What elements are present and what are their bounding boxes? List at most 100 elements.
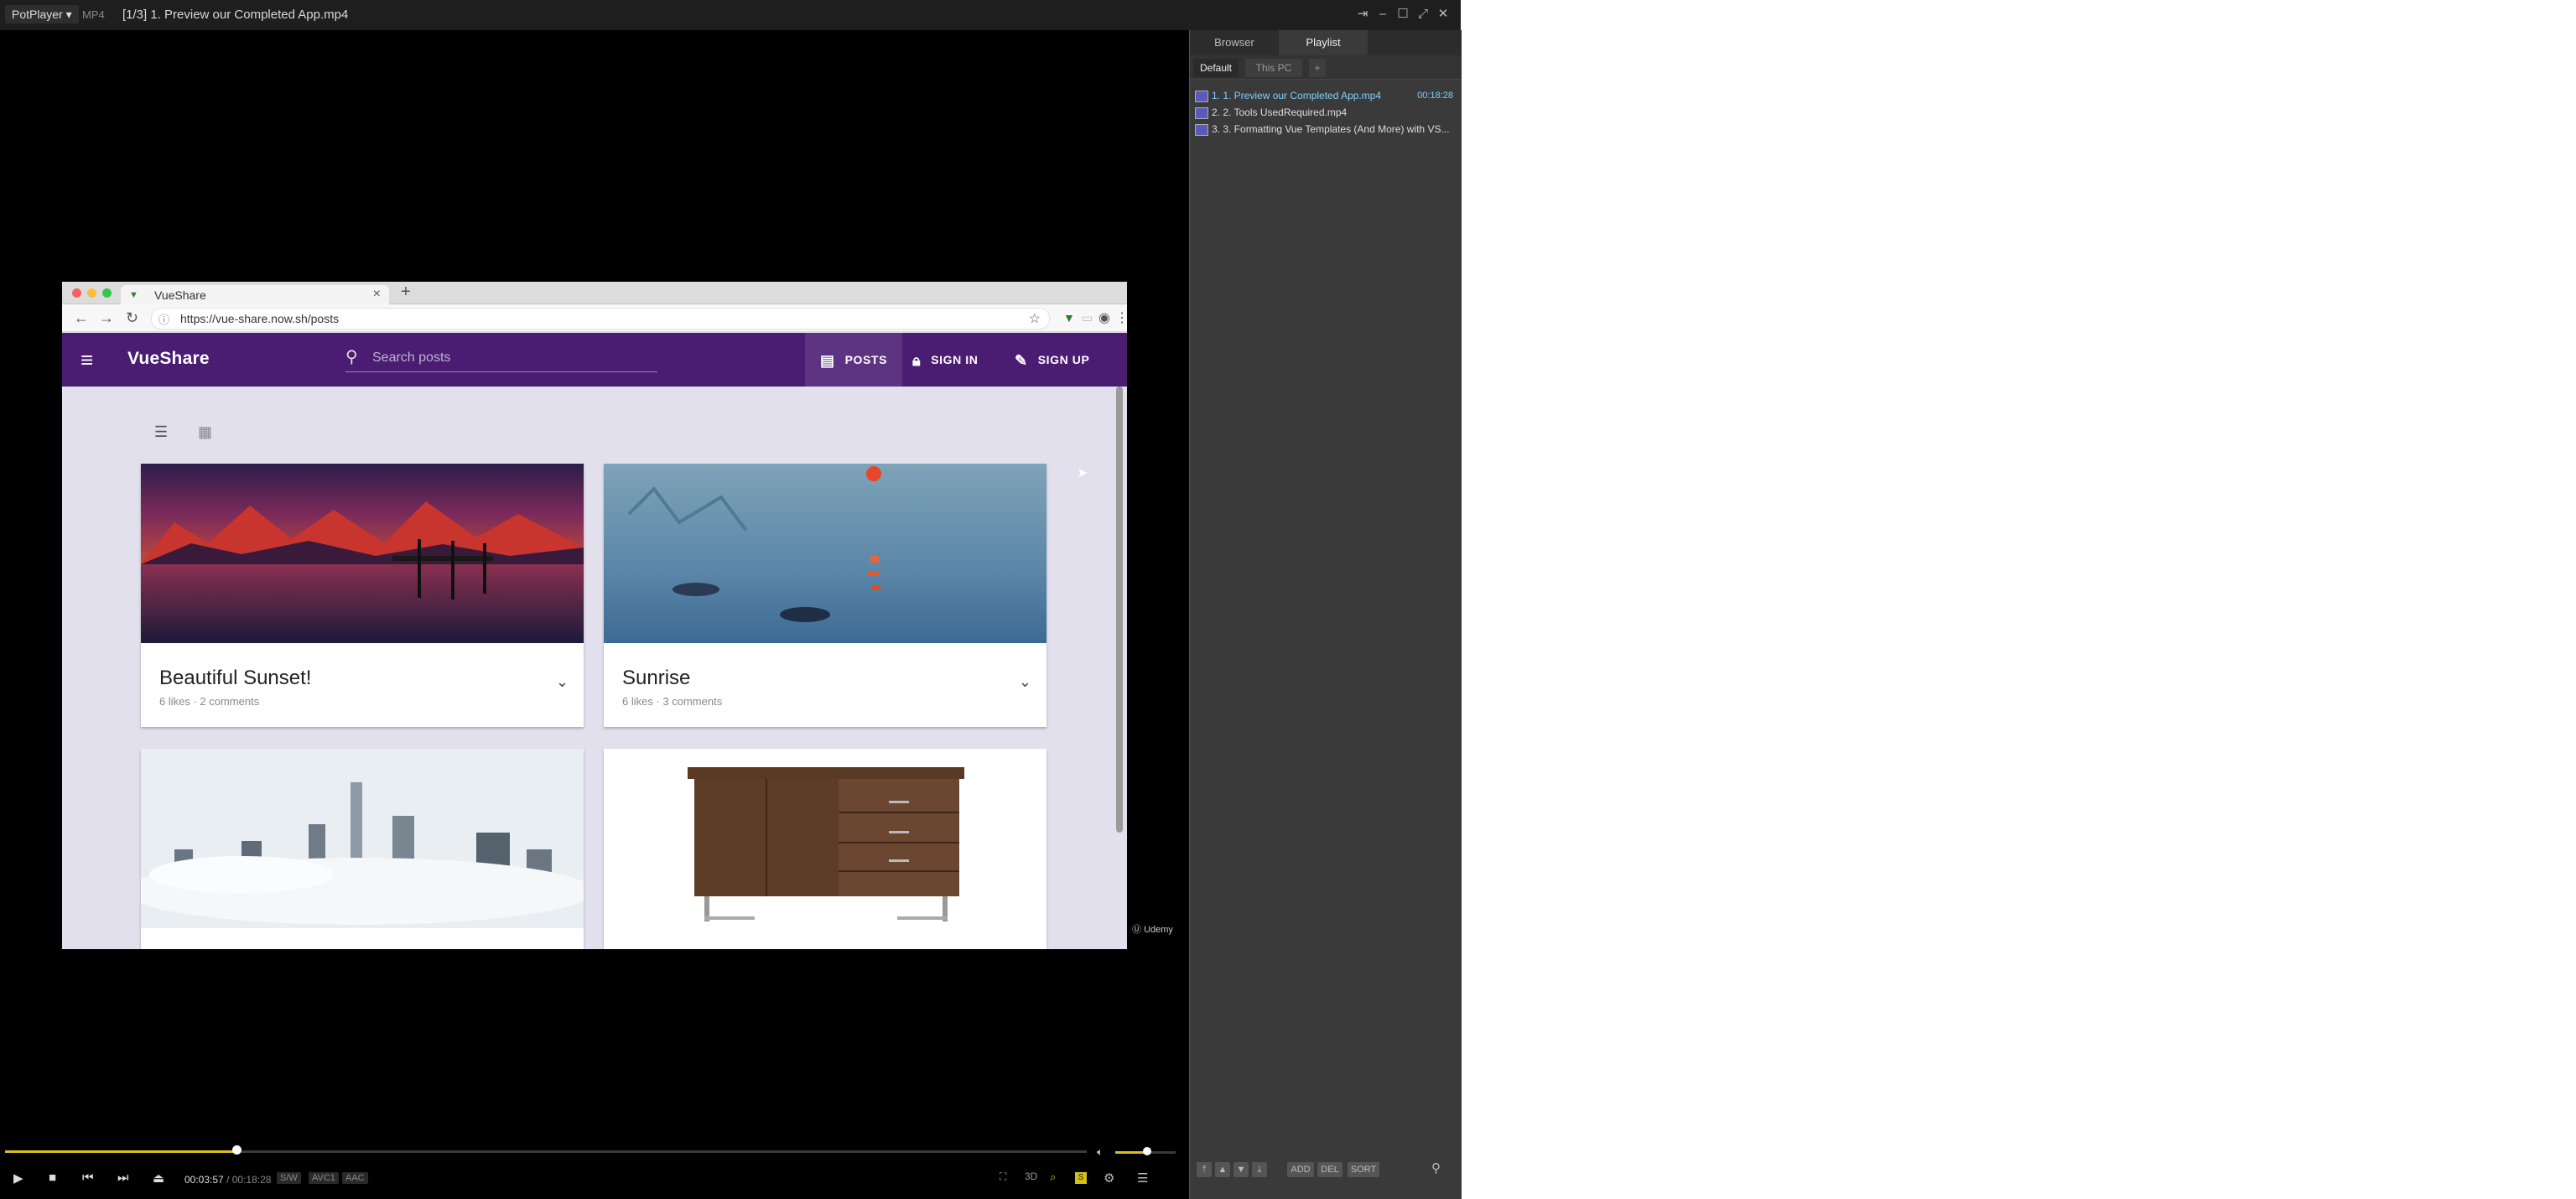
- post-title: Beautiful Sunset!: [159, 667, 312, 689]
- playlist-subtabs: Default This PC +: [1190, 55, 1462, 80]
- video-file-icon: [1195, 106, 1208, 119]
- playlist-item-label: 3. 3. Formatting Vue Templates (And More…: [1212, 123, 1450, 135]
- brand-title: VueShare: [127, 349, 210, 368]
- close-icon[interactable]: ✕: [1434, 6, 1452, 23]
- move-down-icon[interactable]: ▼: [1233, 1162, 1249, 1177]
- url-text: https://vue-share.now.sh/posts: [180, 312, 340, 325]
- video-codec-badge[interactable]: AVC1: [309, 1172, 339, 1184]
- list-view-icon: ☰: [154, 423, 169, 440]
- new-tab-icon: +: [401, 283, 411, 301]
- close-dot-icon: [72, 288, 81, 298]
- playlist-toggle-icon[interactable]: ☰: [1137, 1170, 1148, 1186]
- tab-playlist[interactable]: Playlist: [1279, 30, 1368, 55]
- stop-icon[interactable]: ■: [49, 1170, 56, 1185]
- posts-label: POSTS: [844, 353, 888, 366]
- move-top-icon[interactable]: ⤒: [1197, 1162, 1212, 1177]
- post-meta: 6 likes · 2 comments: [159, 695, 260, 708]
- seek-handle[interactable]: [232, 1145, 242, 1155]
- bookmark-star-icon: ☆: [1028, 312, 1041, 326]
- previous-icon[interactable]: ⏮: [82, 1170, 94, 1185]
- post-image-sunrise: [604, 464, 1046, 643]
- info-icon: ⓘ: [158, 314, 170, 326]
- post-image-sideboard: [604, 749, 1046, 928]
- speaker-icon[interactable]: 🔈︎: [1097, 1145, 1104, 1159]
- 3d-icon[interactable]: 3D: [1025, 1170, 1037, 1182]
- forward-icon: →: [99, 309, 114, 326]
- kebab-menu-icon: ⋮: [1115, 311, 1127, 325]
- move-bottom-icon[interactable]: ⤓: [1252, 1162, 1267, 1177]
- search-icon: ⚲: [345, 348, 358, 366]
- capture-icon[interactable]: ⌕: [1050, 1170, 1056, 1184]
- tab-close-icon: ×: [372, 287, 381, 301]
- subtab-default[interactable]: Default: [1193, 59, 1239, 77]
- mouse-cursor-icon: ➤: [1077, 466, 1088, 480]
- time-separator: /: [226, 1174, 230, 1186]
- tab-browser[interactable]: Browser: [1190, 30, 1279, 55]
- title-bar: PotPlayer ▾ MP4 [1/3] 1. Preview our Com…: [0, 0, 1461, 31]
- browser-tab-strip: ▼ VueShare × +: [62, 282, 1127, 304]
- back-icon: ←: [74, 309, 89, 326]
- app-name: PotPlayer: [12, 8, 63, 21]
- decoder-badge[interactable]: S/W: [277, 1172, 301, 1184]
- subtitle-icon[interactable]: S: [1075, 1172, 1087, 1184]
- vue-devtools-icon: ▼: [1063, 311, 1075, 324]
- search-input: [371, 348, 651, 368]
- browser-address-bar: ← → ↻ ⓘ https://vue-share.now.sh/posts ☆…: [62, 304, 1127, 332]
- seek-progress: [5, 1150, 236, 1153]
- sign-up-label: SIGN UP: [1037, 353, 1090, 366]
- search-field: ⚲: [345, 346, 657, 372]
- pencil-icon: ✎: [1015, 352, 1028, 370]
- playlist-item[interactable]: 2. 2. Tools UsedRequired.mp4: [1195, 104, 1457, 121]
- eject-icon[interactable]: ⏏: [153, 1170, 164, 1186]
- video-file-icon: [1195, 123, 1208, 136]
- video-file-icon: [1195, 90, 1208, 102]
- browser-tab-title: VueShare: [154, 288, 206, 302]
- subtab-this-pc[interactable]: This PC: [1245, 59, 1302, 77]
- minimize-icon[interactable]: –: [1374, 6, 1392, 23]
- fullscreen-icon[interactable]: ⤢: [1414, 6, 1432, 23]
- duration: 00:18:28: [231, 1174, 272, 1186]
- audio-codec-badge[interactable]: AAC: [342, 1172, 368, 1184]
- chevron-down-icon: ⌄: [1018, 673, 1031, 690]
- app-menu-button[interactable]: PotPlayer ▾: [5, 5, 79, 23]
- pin-icon[interactable]: ⇥: [1353, 6, 1372, 23]
- grid-view-icon: ▦: [198, 423, 213, 440]
- next-icon[interactable]: ⏭: [117, 1170, 129, 1185]
- subtab-add[interactable]: +: [1309, 59, 1326, 77]
- vue-logo-icon: ▼: [129, 290, 138, 300]
- post-image-city-clouds: [141, 749, 584, 928]
- chevron-down-icon: ⌄: [555, 673, 569, 690]
- playlist-item-label: 1. 1. Preview our Completed App.mp4: [1212, 90, 1382, 101]
- url-box: ⓘ https://vue-share.now.sh/posts ☆: [151, 308, 1050, 330]
- post-card: Beautiful Sunset! 6 likes · 2 comments ⌄: [141, 464, 584, 727]
- posts-content: ☰ ▦ Beautiful Sunset! 6 likes · 2 commen…: [62, 387, 1114, 949]
- player-window: PotPlayer ▾ MP4 [1/3] 1. Preview our Com…: [0, 0, 1462, 1199]
- reload-icon: ↻: [126, 309, 139, 326]
- panel-tabs: Browser Playlist: [1190, 30, 1462, 55]
- play-icon[interactable]: ▶: [13, 1170, 23, 1186]
- move-up-icon[interactable]: ▲: [1215, 1162, 1230, 1177]
- vr-icon[interactable]: ⛶: [1000, 1170, 1006, 1183]
- playlist-item-duration: 00:18:28: [1417, 91, 1453, 101]
- sign-in-button: 🔒︎ SIGN IN: [912, 333, 979, 387]
- search-icon[interactable]: ⚲: [1431, 1160, 1441, 1176]
- delete-button[interactable]: DEL: [1317, 1162, 1343, 1177]
- watermark-text: Udemy: [1144, 925, 1173, 935]
- watermark: Ⓤ Udemy: [1132, 922, 1173, 936]
- add-button[interactable]: ADD: [1287, 1162, 1314, 1177]
- lock-icon: 🔒︎: [912, 352, 922, 370]
- sort-button[interactable]: SORT: [1348, 1162, 1379, 1177]
- browser-tab: ▼ VueShare ×: [121, 285, 389, 304]
- playlist-panel: Browser Playlist Default This PC + 1. 1.…: [1189, 30, 1462, 1199]
- volume-handle[interactable]: [1143, 1147, 1151, 1155]
- hamburger-icon: ≡: [80, 347, 94, 372]
- playlist-item[interactable]: 1. 1. Preview our Completed App.mp4 00:1…: [1195, 87, 1457, 104]
- playlist-item-label: 2. 2. Tools UsedRequired.mp4: [1212, 106, 1348, 118]
- gear-icon[interactable]: ⚙: [1104, 1170, 1114, 1186]
- sign-up-button: ✎ SIGN UP: [1015, 333, 1089, 387]
- video-area[interactable]: ▼ VueShare × + ← → ↻ ⓘ https://vue-share…: [0, 30, 1189, 1145]
- format-label: MP4: [82, 8, 105, 21]
- post-title: Sunrise: [622, 667, 691, 689]
- maximize-icon[interactable]: ☐: [1394, 6, 1412, 23]
- playlist-item[interactable]: 3. 3. Formatting Vue Templates (And More…: [1195, 121, 1457, 138]
